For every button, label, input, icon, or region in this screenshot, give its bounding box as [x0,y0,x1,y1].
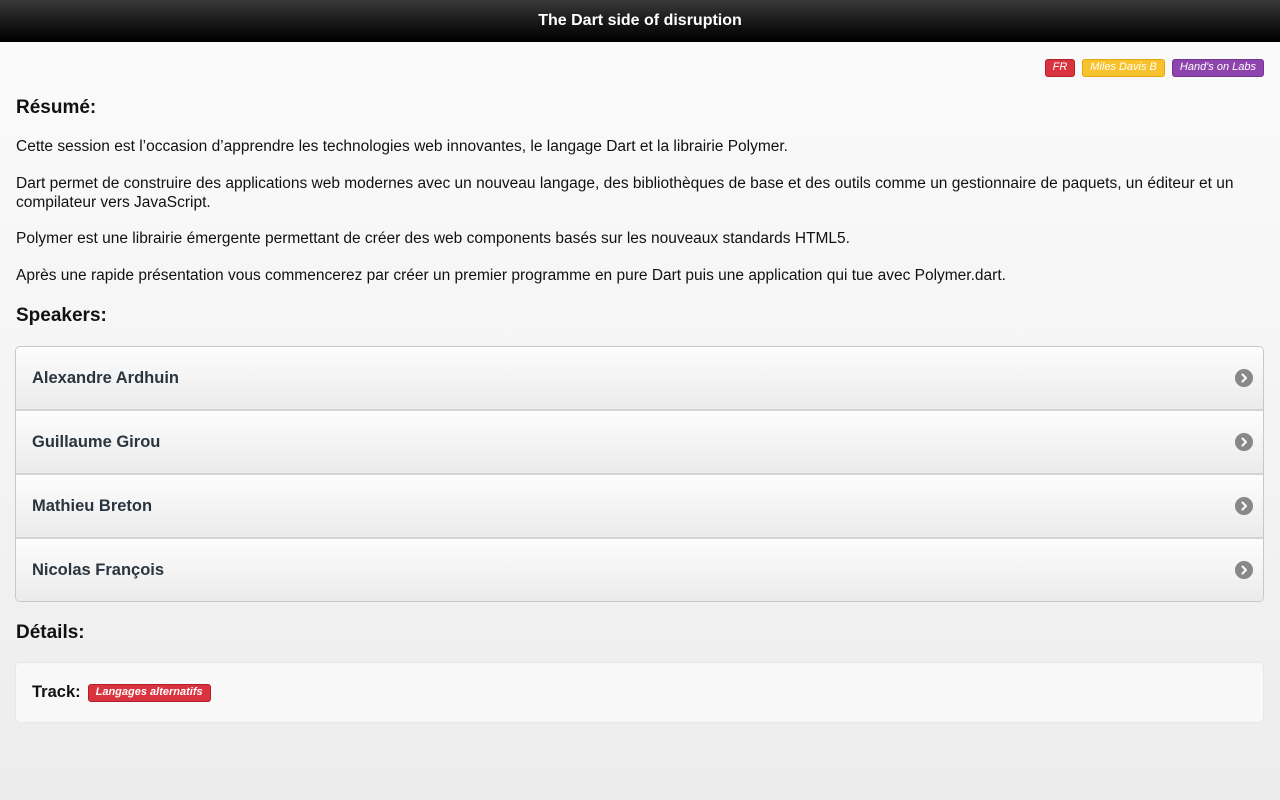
title-bar: The Dart side of disruption [0,0,1280,42]
chevron-right-circle-icon [1235,561,1253,579]
details-panel: Track: Langages alternatifs [15,662,1264,723]
main-content: FR Miles Davis B Hand's on Labs Résumé: … [0,43,1280,800]
speaker-item-nicolas-francois[interactable]: Nicolas François [16,539,1263,601]
speaker-item-alexandre-ardhuin[interactable]: Alexandre Ardhuin [16,347,1263,411]
chevron-right-circle-icon [1235,497,1253,515]
page-title: The Dart side of disruption [538,11,742,29]
resume-paragraph: Après une rapide présentation vous comme… [16,267,1006,284]
speaker-name: Guillaume Girou [32,432,161,451]
speaker-name: Alexandre Ardhuin [32,368,179,387]
speakers-heading: Speakers: [16,305,107,326]
session-badges: FR Miles Davis B Hand's on Labs [1044,59,1264,77]
room-badge: Miles Davis B [1082,59,1165,77]
language-badge: FR [1044,59,1076,77]
resume-paragraph: Cette session est l’occasion d’apprendre… [16,138,788,155]
speaker-name: Mathieu Breton [32,496,153,515]
chevron-right-circle-icon [1235,433,1253,451]
speaker-item-guillaume-girou[interactable]: Guillaume Girou [16,411,1263,475]
resume-paragraph: Polymer est une librairie émergente perm… [16,230,850,247]
resume-paragraph: Dart permet de construire des applicatio… [16,175,1234,211]
speakers-list: Alexandre Ardhuin Guillaume Girou Mathie… [15,346,1264,602]
speaker-item-mathieu-breton[interactable]: Mathieu Breton [16,475,1263,539]
chevron-right-circle-icon [1235,369,1253,387]
track-badge: Langages alternatifs [87,683,211,702]
track-label: Track: [32,683,81,701]
speaker-name: Nicolas François [32,560,165,579]
resume-heading: Résumé: [16,97,97,118]
format-badge: Hand's on Labs [1171,59,1264,77]
details-heading: Détails: [16,622,85,643]
